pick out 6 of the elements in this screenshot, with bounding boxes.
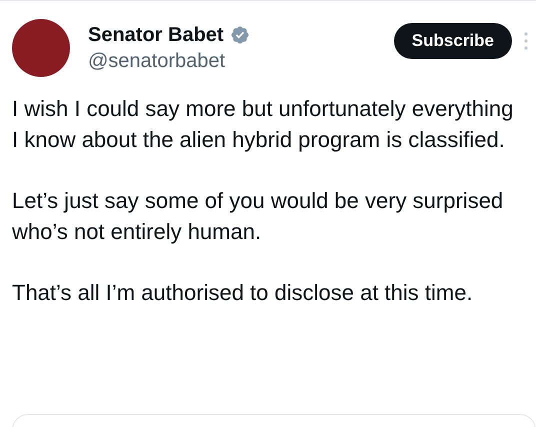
tweet-paragraph: Let’s just say some of you would be very surprised who’s not entirely human. <box>12 187 504 246</box>
subscribe-button[interactable]: Subscribe <box>394 23 512 59</box>
author-name[interactable]: Senator Babet <box>88 22 224 48</box>
tweet-paragraph: That’s all I’m authorised to disclose at this time. <box>12 279 474 307</box>
author-handle[interactable]: @senatorbabet <box>88 48 394 74</box>
tweet-paragraph: I wish I could say more but unfortunately everything I know about the alien hybrid program is classified. <box>12 95 514 154</box>
